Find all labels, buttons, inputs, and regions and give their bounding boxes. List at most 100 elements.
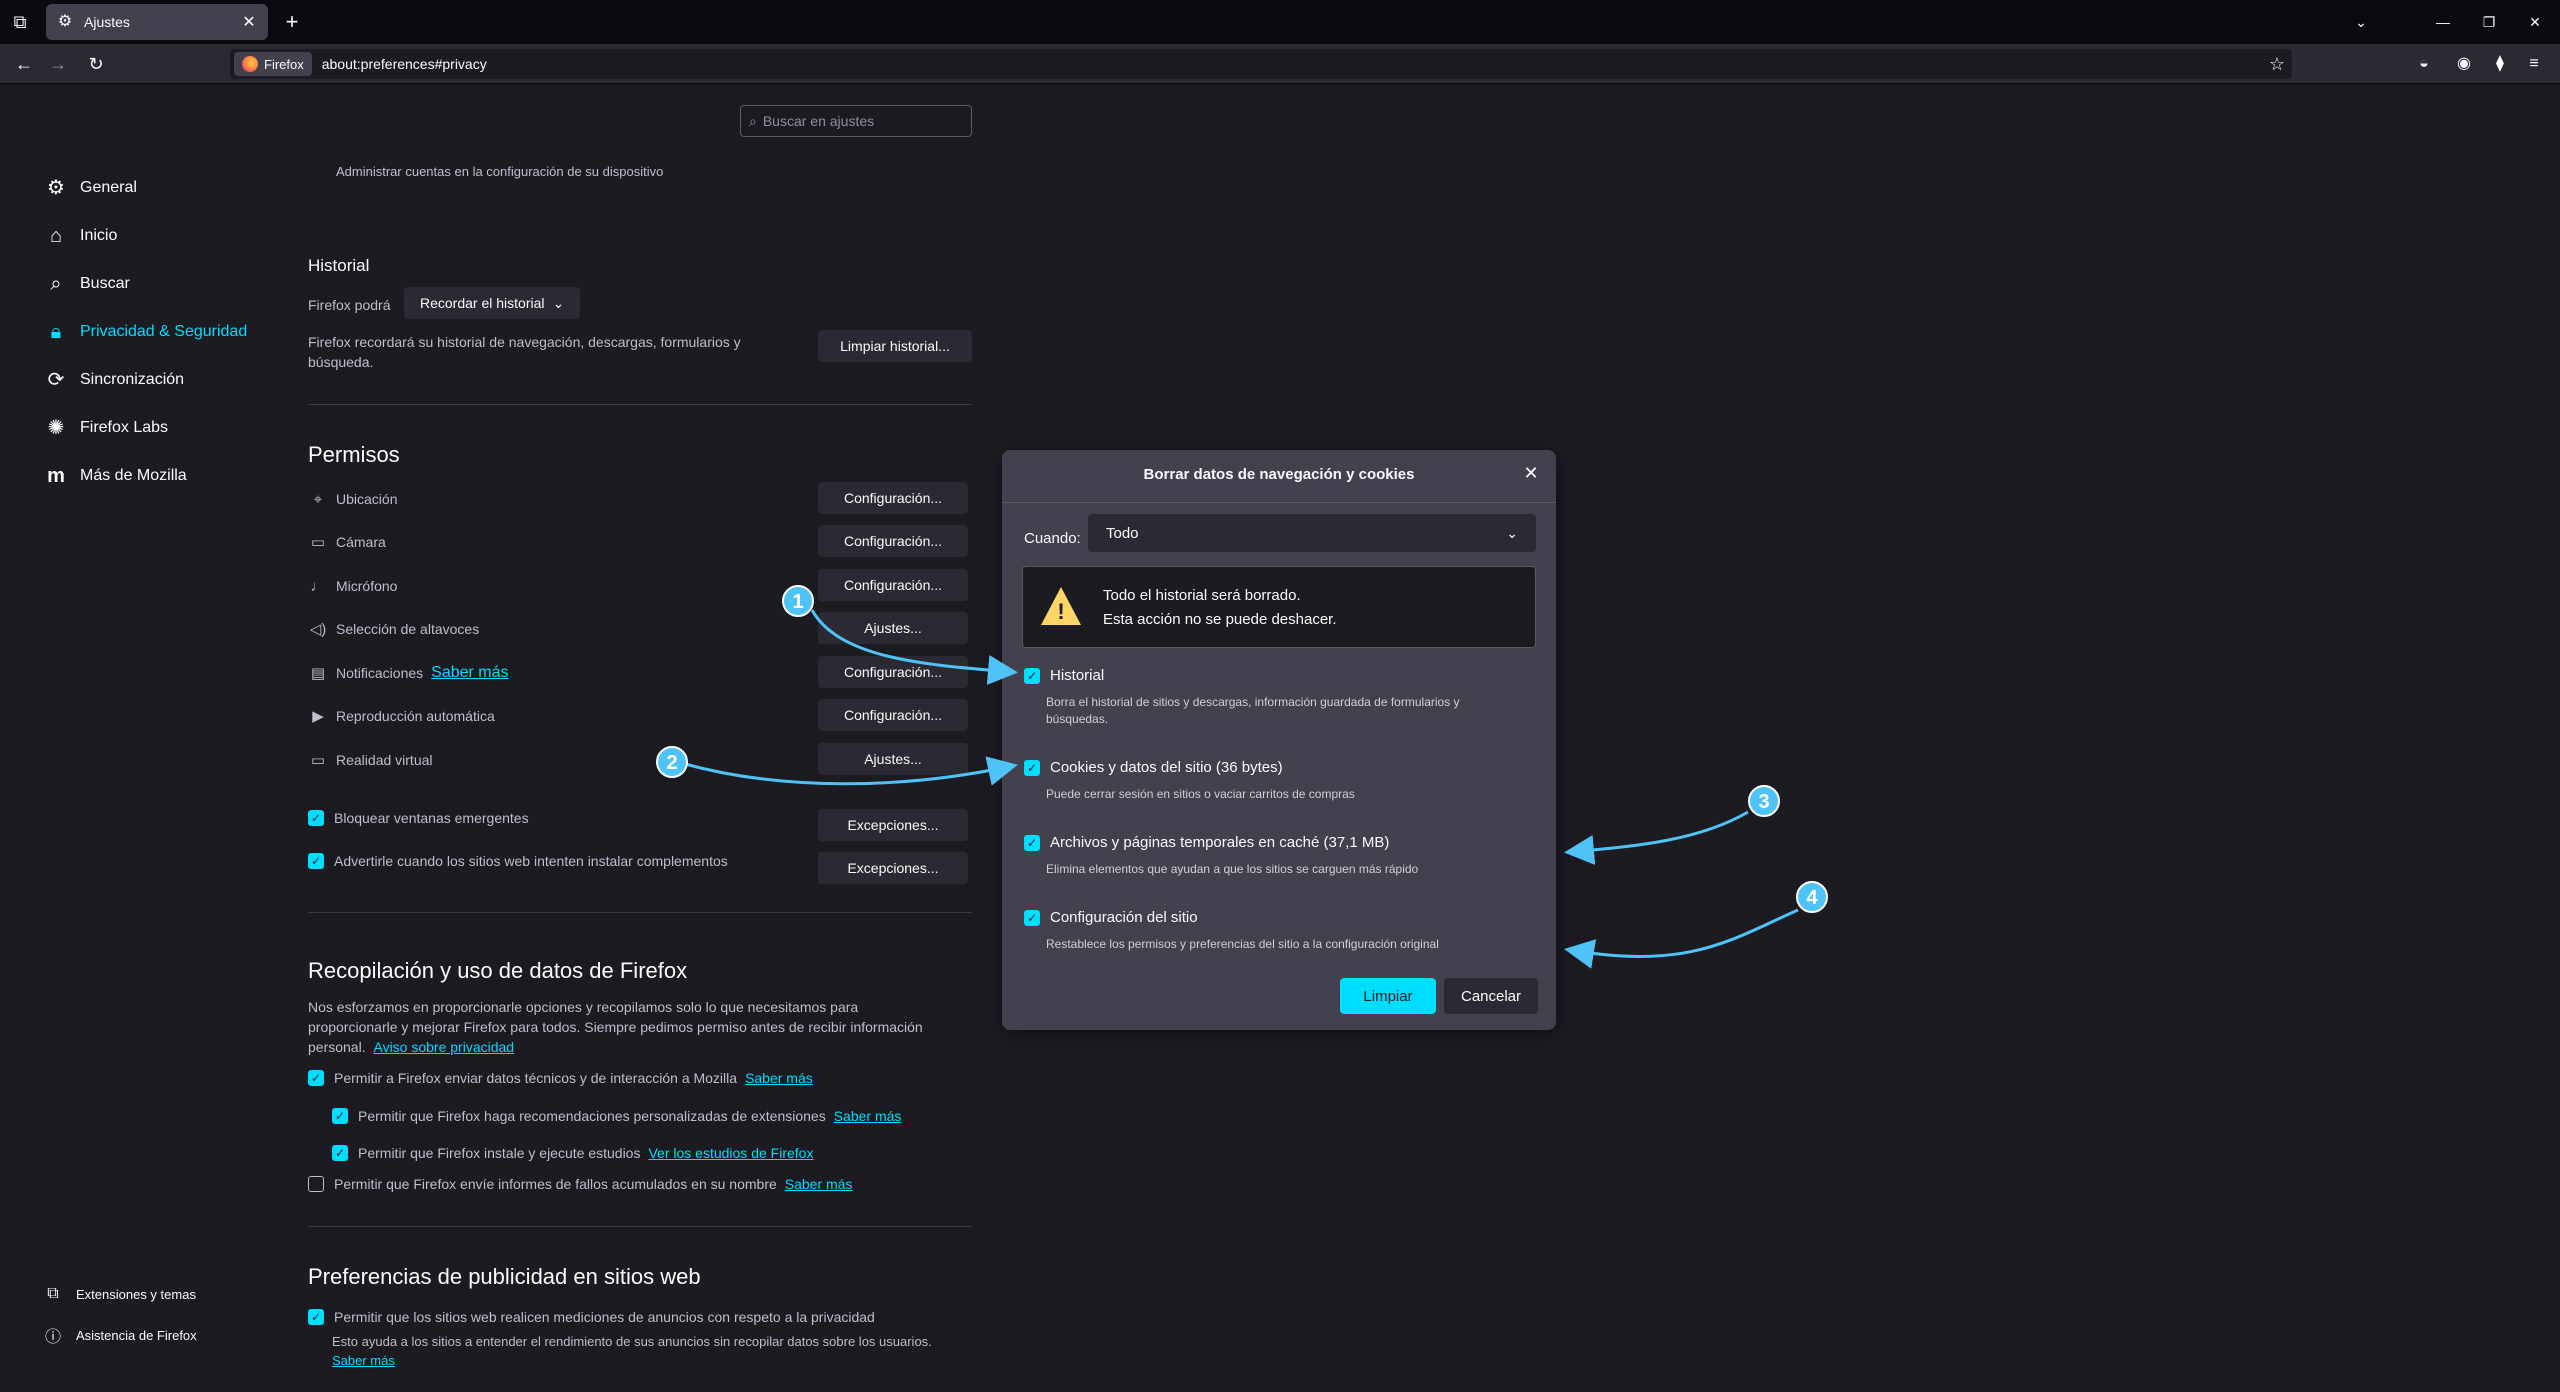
option-cookies[interactable]: ✓ Cookies y datos del sitio (36 bytes) [1024,759,1283,776]
sidebar-item-label: Sincronización [80,371,185,388]
checkbox-checked[interactable]: ✓ [1024,834,1040,851]
location-settings-button[interactable]: Configuración... [818,482,968,514]
checkbox-checked[interactable]: ✓ [308,1309,324,1325]
speakers-settings-button[interactable]: Ajustes... [818,612,968,644]
checkbox-unchecked[interactable] [308,1176,324,1192]
new-tab-button[interactable]: + [278,8,306,36]
option-desc: Restablece los permisos y preferencias d… [1046,937,1439,951]
checkbox-label: Permitir que los sitios web realicen med… [334,1309,875,1325]
sidebar-item-search[interactable]: ⌕ Buscar [44,260,284,308]
addon-exceptions-button[interactable]: Excepciones... [818,852,968,884]
privacy-notice-link[interactable]: Aviso sobre privacidad [373,1039,514,1055]
reload-icon[interactable]: ↻ [84,52,108,76]
sidebar-item-label: Buscar [80,275,130,292]
option-desc: Puede cerrar sesión en sitios o vaciar c… [1046,787,1355,801]
checkbox-label: Permitir que Firefox envíe informes de f… [334,1176,777,1192]
extensions-icon[interactable]: ⧫ [2488,52,2512,76]
checkbox-checked[interactable]: ✓ [1024,667,1040,684]
search-box[interactable]: ⌕ [740,105,972,137]
history-desc-2: búsqueda. [308,354,374,370]
option-desc: Elimina elementos que ayudan a que los s… [1046,862,1419,876]
block-popups-checkbox-row[interactable]: ✓ Bloquear ventanas emergentes [308,810,529,826]
ads-title: Preferencias de publicidad en sitios web [308,1264,701,1289]
clear-history-button[interactable]: Limpiar historial... [818,330,972,362]
learn-more-link[interactable]: Saber más [785,1176,853,1192]
tab-list-icon[interactable]: ⧉ [8,10,32,34]
sidebar-item-support[interactable]: ⓘ Asistencia de Firefox [44,1323,284,1347]
back-icon[interactable]: ← [12,52,36,76]
checkbox-checked[interactable]: ✓ [1024,909,1040,926]
sidebar-item-label: Más de Mozilla [80,467,187,484]
checkbox-label: Permitir que Firefox instale y ejecute e… [358,1145,641,1161]
history-mode-value: Recordar el historial [420,295,545,311]
labs-icon: ✺ [47,417,65,439]
sidebar-item-label: Privacidad & Seguridad [80,323,248,340]
recommendations-checkbox-row[interactable]: ✓ Permitir que Firefox haga recomendacio… [332,1108,901,1124]
option-history[interactable]: ✓ Historial [1024,667,1104,684]
sidebar: ⚙ General ⌂ Inicio ⌕ Buscar 🔒︎ Privacida… [44,164,284,500]
window-close-button[interactable]: ✕ [2520,10,2550,34]
dialog-separator [1002,502,1556,503]
forward-icon[interactable]: → [46,52,70,76]
learn-more-link[interactable]: Saber más [745,1070,813,1086]
checkbox-checked[interactable]: ✓ [308,853,324,869]
checkbox-checked[interactable]: ✓ [1024,759,1040,776]
studies-checkbox-row[interactable]: ✓ Permitir que Firefox instale y ejecute… [332,1145,813,1161]
menu-icon[interactable]: ≡ [2522,52,2546,76]
autoplay-settings-button[interactable]: Configuración... [818,699,968,731]
warning-line-1: Todo el historial será borrado. [1103,587,1301,604]
history-label: Firefox podrá [308,297,391,313]
sidebar-item-home[interactable]: ⌂ Inicio [44,212,284,260]
option-cache[interactable]: ✓ Archivos y páginas temporales en caché… [1024,834,1389,851]
ads-learn-more-link[interactable]: Saber más [332,1353,395,1368]
ad-measurement-checkbox-row[interactable]: ✓ Permitir que los sitios web realicen m… [308,1309,875,1325]
crash-reports-checkbox-row[interactable]: Permitir que Firefox envíe informes de f… [308,1176,852,1192]
technical-data-checkbox-row[interactable]: ✓ Permitir a Firefox enviar datos técnic… [308,1070,813,1086]
warn-addons-checkbox-row[interactable]: ✓ Advertirle cuando los sitios web inten… [308,853,728,869]
cancel-button[interactable]: Cancelar [1444,978,1538,1014]
divider [308,1226,972,1227]
notifications-learn-more-link[interactable]: Saber más [431,664,508,682]
sidebar-item-more-mozilla[interactable]: m Más de Mozilla [44,452,284,500]
minimize-button[interactable]: — [2428,10,2458,34]
url-bar[interactable]: Firefox about:preferences#privacy ☆ [230,49,2292,79]
sidebar-item-privacy[interactable]: 🔒︎ Privacidad & Seguridad [44,308,284,356]
option-desc: búsquedas. [1046,712,1109,726]
sidebar-item-sync[interactable]: ⟳ Sincronización [44,356,284,404]
sidebar-item-label: Asistencia de Firefox [76,1327,197,1343]
bookmark-star-icon[interactable]: ☆ [2262,54,2292,75]
checkbox-checked[interactable]: ✓ [332,1145,348,1161]
restore-button[interactable]: ❐ [2474,10,2504,34]
account-icon[interactable]: ◉ [2452,52,2476,76]
option-site-settings[interactable]: ✓ Configuración del sitio [1024,909,1198,926]
sidebar-item-labs[interactable]: ✺ Firefox Labs [44,404,284,452]
sidebar-item-extensions[interactable]: ⧉ Extensiones y temas [44,1285,284,1303]
notifications-settings-button[interactable]: Configuración... [818,656,968,688]
option-label: Configuración del sitio [1050,909,1198,926]
sidebar-item-general[interactable]: ⚙ General [44,164,284,212]
checkbox-checked[interactable]: ✓ [332,1108,348,1124]
view-studies-link[interactable]: Ver los estudios de Firefox [648,1145,813,1161]
microphone-settings-button[interactable]: Configuración... [818,569,968,601]
close-icon[interactable]: ✕ [1520,462,1542,484]
list-all-tabs-icon[interactable]: ⌄ [2346,10,2376,34]
popup-exceptions-button[interactable]: Excepciones... [818,809,968,841]
nav-bar: ← → ↻ Firefox about:preferences#privacy … [0,44,2560,84]
checkbox-checked[interactable]: ✓ [308,1070,324,1086]
pocket-icon[interactable]: ◒ [2412,52,2436,76]
camera-settings-button[interactable]: Configuración... [818,525,968,557]
search-input[interactable] [762,113,953,129]
sidebar-item-label: General [80,179,137,196]
url-text[interactable]: about:preferences#privacy [322,56,2262,72]
close-icon[interactable]: ✕ [240,12,258,32]
time-range-select[interactable]: Todo ⌄ [1088,514,1536,552]
checkbox-checked[interactable]: ✓ [308,810,324,826]
chevron-down-icon: ⌄ [552,294,565,311]
identity-box[interactable]: Firefox [234,52,312,76]
clear-button[interactable]: Limpiar [1340,978,1436,1014]
tab-ajustes[interactable]: ⚙ Ajustes ✕ [46,4,268,40]
vr-settings-button[interactable]: Ajustes... [818,743,968,775]
mozilla-icon: m [47,465,65,487]
learn-more-link[interactable]: Saber más [834,1108,902,1124]
history-mode-select[interactable]: Recordar el historial ⌄ [404,287,581,319]
